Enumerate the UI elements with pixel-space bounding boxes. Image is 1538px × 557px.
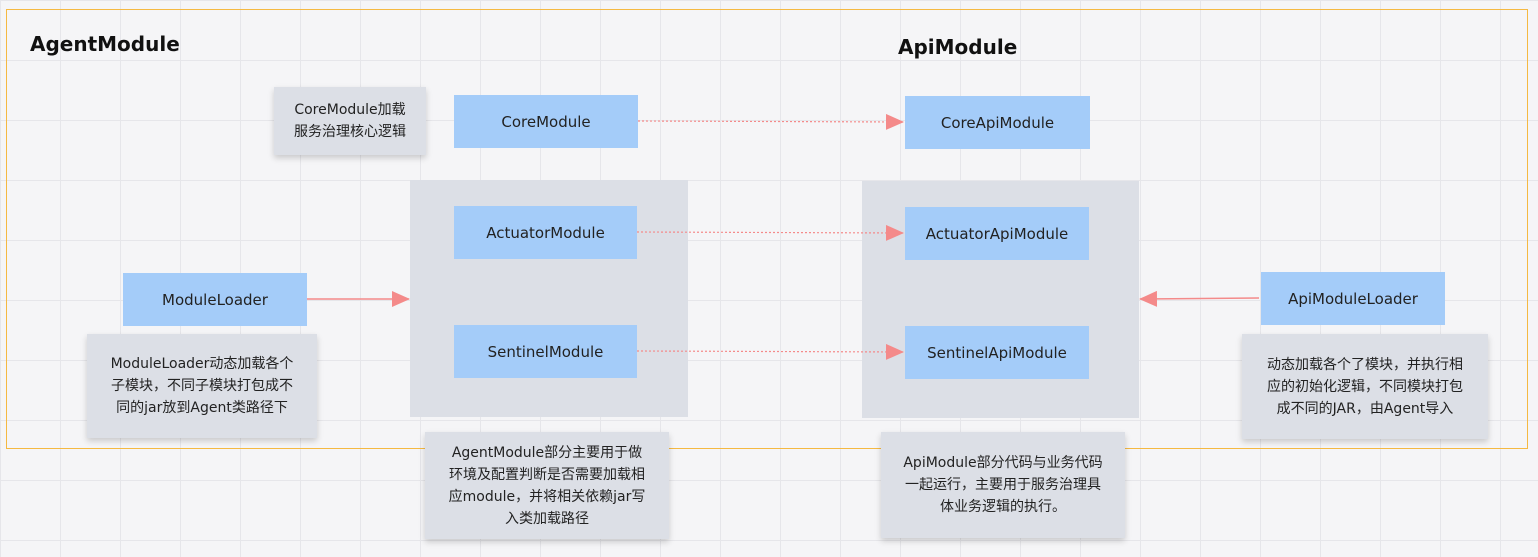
connector-arrows bbox=[307, 113, 1260, 360]
actuator-to-actuator-api-arrow bbox=[636, 224, 904, 241]
core-to-core-api-arrow bbox=[637, 113, 904, 130]
api-module-loader-arrow bbox=[1139, 290, 1260, 307]
sentinel-to-sentinel-api-arrow bbox=[636, 343, 904, 360]
